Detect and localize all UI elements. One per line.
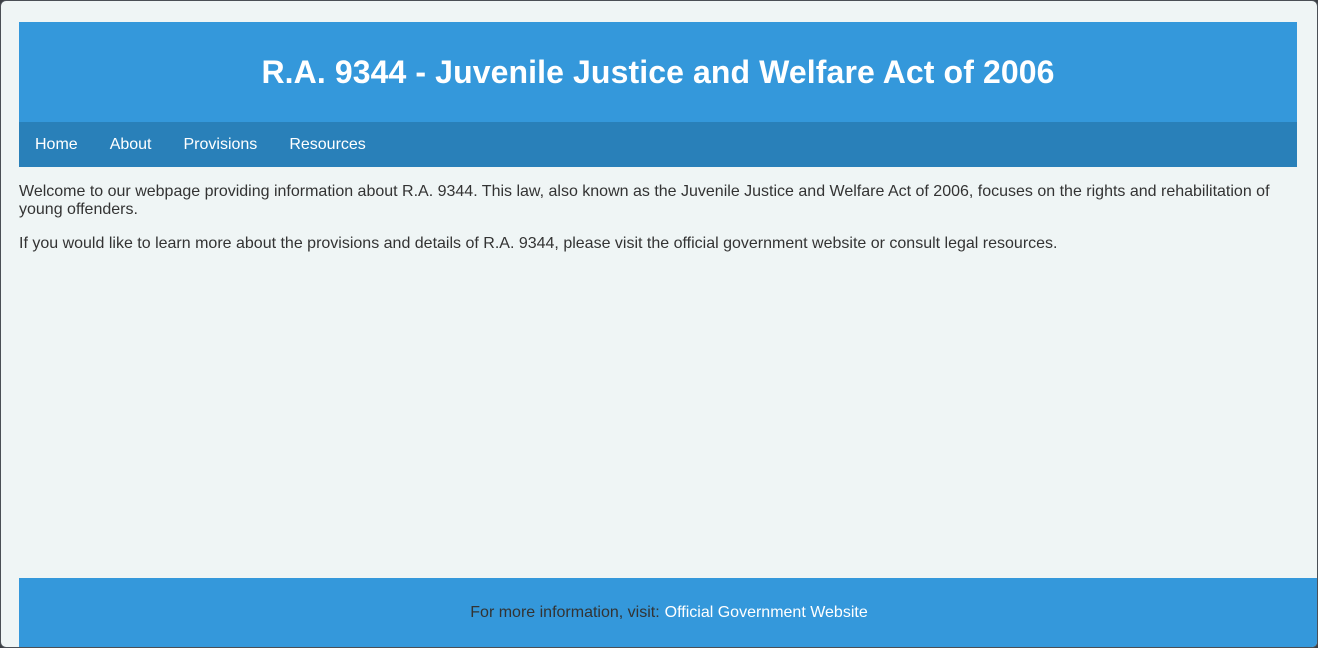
site-footer: For more information, visit: Official Go…	[19, 578, 1317, 647]
site-header: R.A. 9344 - Juvenile Justice and Welfare…	[19, 22, 1297, 122]
main-content: Welcome to our webpage providing informa…	[19, 183, 1297, 269]
footer-text: For more information, visit:	[470, 604, 660, 621]
intro-paragraph: Welcome to our webpage providing informa…	[19, 183, 1270, 218]
nav-item-home[interactable]: Home	[19, 122, 94, 167]
nav-item-resources[interactable]: Resources	[273, 122, 381, 167]
nav-item-provisions[interactable]: Provisions	[168, 122, 274, 167]
main-nav: Home About Provisions Resources	[19, 122, 1297, 167]
more-info-paragraph: If you would like to learn more about th…	[19, 235, 1058, 252]
nav-item-about[interactable]: About	[94, 122, 168, 167]
page: R.A. 9344 - Juvenile Justice and Welfare…	[0, 0, 1318, 648]
page-title: R.A. 9344 - Juvenile Justice and Welfare…	[261, 53, 1055, 90]
official-website-link[interactable]: Official Government Website	[665, 604, 868, 622]
